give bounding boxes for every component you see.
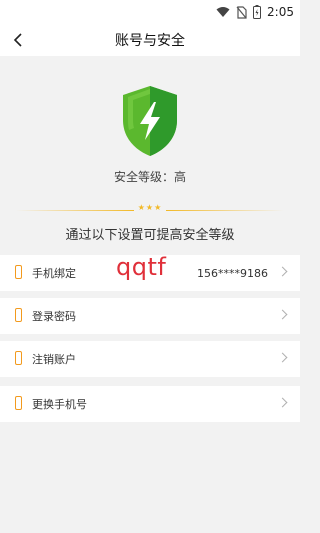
wifi-icon	[216, 7, 230, 17]
list-item-label: 注销账户	[32, 353, 76, 366]
battery-icon	[253, 5, 262, 19]
shield-icon	[123, 86, 177, 156]
list-item-label: 手机绑定	[32, 267, 76, 280]
status-bar: 2:05	[0, 0, 300, 24]
list-item-cancel-account[interactable]: 注销账户	[0, 341, 300, 377]
no-sim-icon	[236, 5, 247, 19]
chevron-left-icon	[13, 33, 22, 47]
phone-icon	[15, 351, 22, 365]
list-item-label: 更换手机号	[32, 398, 87, 411]
divider-stars: ★★★	[137, 203, 163, 212]
chevron-right-icon	[277, 309, 288, 320]
status-icons: 2:05	[216, 4, 294, 20]
status-time: 2:05	[267, 5, 294, 19]
divider-line-right	[166, 210, 284, 211]
page-title: 账号与安全	[115, 33, 185, 49]
phone-number-value: 156****9186	[197, 266, 268, 280]
list-item-login-password[interactable]: 登录密码	[0, 298, 300, 334]
back-button[interactable]	[6, 28, 30, 52]
list-item-change-phone[interactable]: 更换手机号	[0, 386, 300, 422]
security-hint: 通过以下设置可提高安全等级	[65, 228, 235, 243]
star-divider: ★★★	[16, 203, 284, 216]
nav-bar: 账号与安全	[0, 24, 300, 56]
chevron-right-icon	[277, 352, 288, 363]
divider-line-left	[16, 210, 134, 211]
phone-icon	[15, 308, 22, 322]
chevron-right-icon	[277, 397, 288, 408]
security-level-label: 安全等级：高	[113, 170, 186, 184]
phone-icon	[15, 396, 22, 410]
overlay-annotation: qqtf	[116, 253, 167, 281]
security-hero: 安全等级：高 ★★★ 通过以下设置可提高安全等级	[0, 56, 300, 256]
phone-icon	[15, 265, 22, 279]
list-item-label: 登录密码	[32, 310, 76, 323]
chevron-right-icon	[277, 266, 288, 277]
